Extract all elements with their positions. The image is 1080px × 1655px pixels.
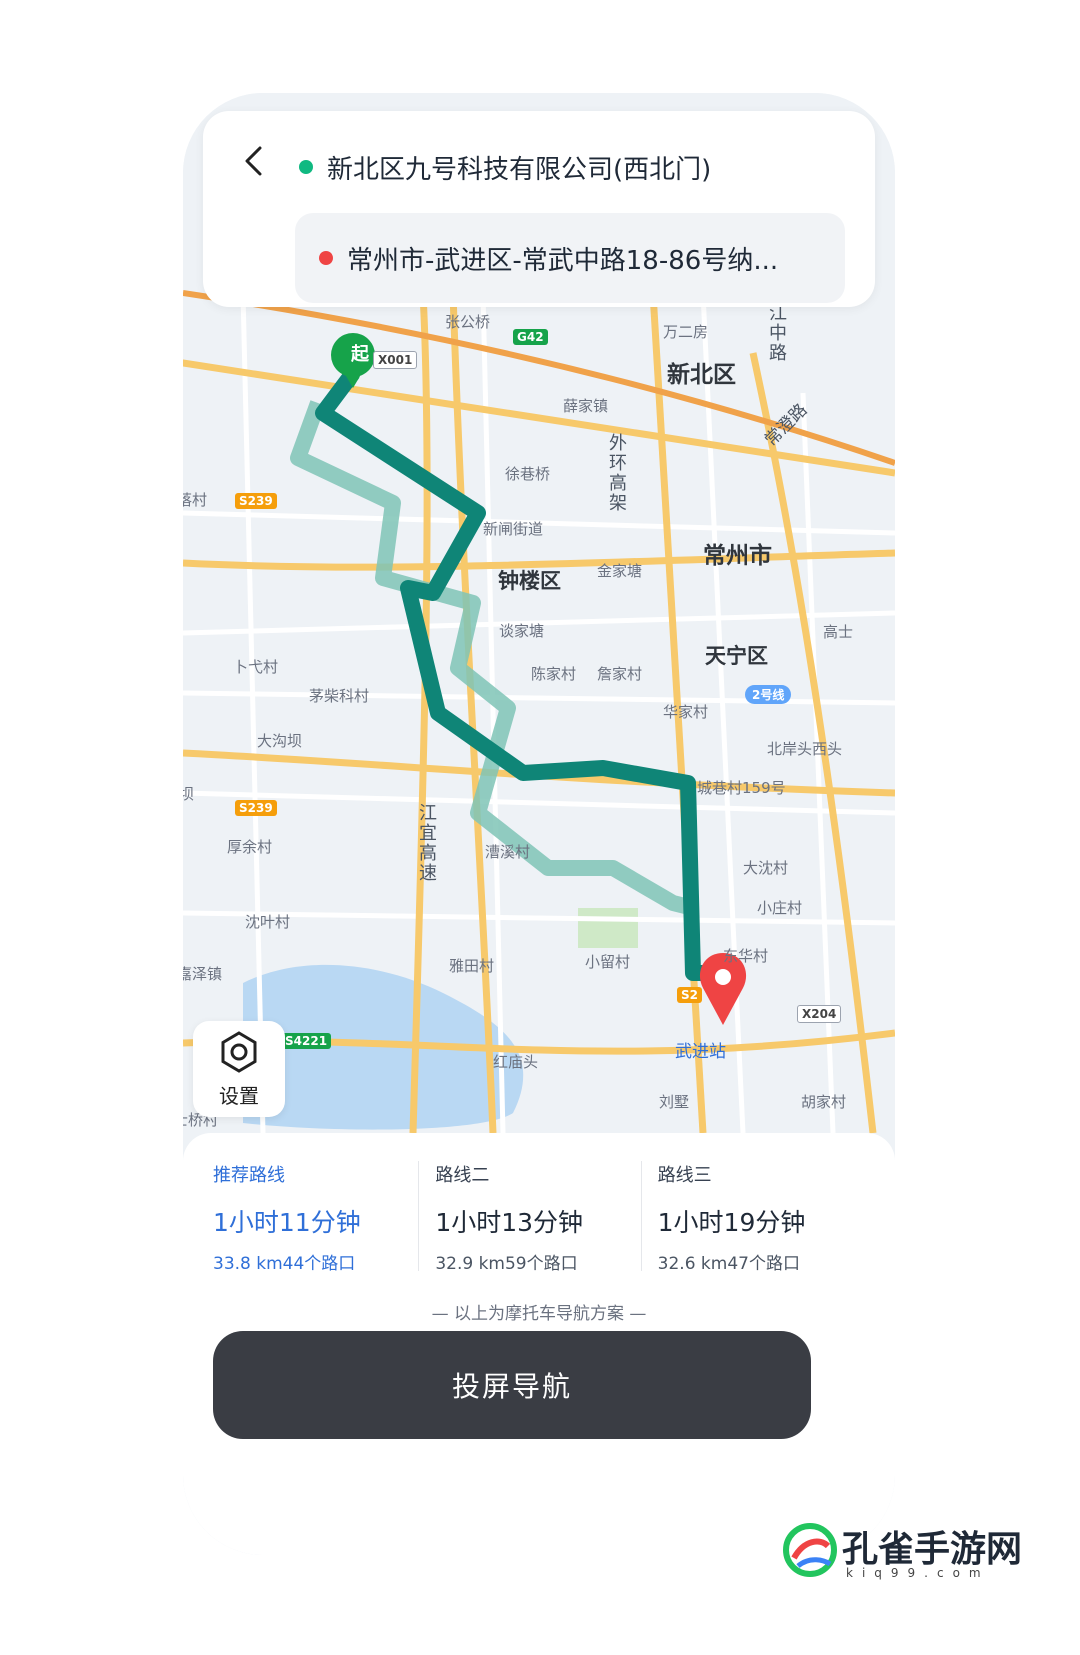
map-label: 胡家村 xyxy=(801,1093,847,1111)
destination-text: 常州市-武进区-常武中路18-86号纳... xyxy=(347,245,779,276)
map-label: 华家村 xyxy=(663,703,709,721)
destination-field[interactable]: 常州市-武进区-常武中路18-86号纳... xyxy=(295,213,845,303)
map-label: 红庙头 xyxy=(493,1053,539,1071)
map-label: 茅柴科村 xyxy=(309,687,370,705)
map-label: 卜弋村 xyxy=(233,658,279,676)
metro-line-badge: 2号线 xyxy=(745,685,792,704)
route-duration: 1小时13分钟 xyxy=(435,1208,584,1237)
route-distance: 32.9 km59个路口 xyxy=(435,1254,578,1274)
route-tag: 推荐路线 xyxy=(213,1165,285,1186)
road-label: 江中路 xyxy=(766,303,787,363)
map-label: 钟楼区 xyxy=(498,569,561,593)
map-label: 东华村 xyxy=(723,947,769,965)
map-label: 薛家镇 xyxy=(563,397,609,415)
phone-frame: 起 张公桥 万二房 新北区 薛家镇 徐巷桥 落村 新闸街道 钟楼区 金家塘 常州… xyxy=(183,93,895,1555)
station-label: 武进站 xyxy=(675,1042,726,1062)
navigation-mode-note: — 以上为摩托车导航方案 — xyxy=(431,1304,647,1324)
route-endpoints-card: 新北区九号科技有限公司(西北门) 常州市-武进区-常武中路18-86号纳... xyxy=(203,111,875,307)
road-label: 外环高架 xyxy=(606,433,627,513)
cast-navigation-button[interactable]: 投屏导航 xyxy=(213,1331,811,1439)
map-label: 陈家村 xyxy=(531,665,577,683)
map-label: 徐巷桥 xyxy=(505,465,551,483)
road-shield: S4221 xyxy=(281,1033,332,1049)
settings-button[interactable]: 设置 xyxy=(193,1021,285,1117)
map-label: 小留村 xyxy=(585,953,631,971)
route-distance: 32.6 km47个路口 xyxy=(657,1254,800,1274)
map-label: 北岸头西头 xyxy=(767,740,843,758)
road-shield: S2 xyxy=(677,987,702,1003)
map-label: 沈叶村 xyxy=(245,913,291,931)
back-button[interactable] xyxy=(233,141,273,181)
route-option-1[interactable]: 推荐路线 1小时11分钟 33.8 km44个路口 xyxy=(213,1161,418,1274)
map-label: 新闸街道 xyxy=(483,520,544,538)
route-option-3[interactable]: 路线三 1小时19分钟 32.6 km47个路口 xyxy=(640,1161,863,1274)
route-options-panel: 推荐路线 1小时11分钟 33.8 km44个路口 路线二 1小时13分钟 32… xyxy=(183,1133,895,1555)
origin-field[interactable]: 新北区九号科技有限公司(西北门) xyxy=(299,149,711,185)
map-label: 万二房 xyxy=(663,323,709,341)
map-label: 新北区 xyxy=(667,362,736,388)
map-label: 嘉泽镇 xyxy=(183,965,223,983)
destination-dot-icon xyxy=(319,251,333,265)
road-shield: S239 xyxy=(235,493,277,509)
road-shield: X204 xyxy=(797,1005,842,1023)
route-option-2[interactable]: 路线二 1小时13分钟 32.9 km59个路口 xyxy=(418,1161,640,1274)
map-label: 詹家村 xyxy=(597,665,643,683)
hexagon-nut-icon xyxy=(221,1030,257,1073)
map-label: 城巷村159号 xyxy=(697,779,786,797)
map-label: 厚余村 xyxy=(227,838,273,856)
map-label: 金家塘 xyxy=(597,562,643,580)
map-label: 常州市 xyxy=(703,543,772,569)
map-label: 坝 xyxy=(183,785,195,803)
settings-label: 设置 xyxy=(219,1083,259,1108)
route-tag: 路线三 xyxy=(657,1165,712,1186)
road-label: 江宜高速 xyxy=(416,803,437,883)
watermark-title: 孔雀手游网 xyxy=(842,1529,1023,1570)
map-label: 张公桥 xyxy=(445,313,491,331)
map-label: 落村 xyxy=(183,491,208,509)
route-options: 推荐路线 1小时11分钟 33.8 km44个路口 路线二 1小时13分钟 32… xyxy=(213,1161,863,1274)
map-label: 高士 xyxy=(823,623,854,641)
route-duration: 1小时11分钟 xyxy=(213,1208,361,1237)
map-label: 漕溪村 xyxy=(485,843,531,861)
map-label: 刘墅 xyxy=(659,1093,690,1111)
watermark-sub: kiq99.com xyxy=(846,1566,990,1580)
map-label: 大沟坝 xyxy=(257,732,303,750)
park xyxy=(578,908,638,948)
start-marker-label: 起 xyxy=(351,344,369,365)
map-label: 天宁区 xyxy=(705,644,768,668)
origin-dot-icon xyxy=(299,160,313,174)
map-label: 雅田村 xyxy=(449,957,495,975)
map-label: 小庄村 xyxy=(757,899,803,917)
map-label: 谈家塘 xyxy=(499,622,545,640)
map-label: 大沈村 xyxy=(743,859,789,877)
road-shield: X001 xyxy=(373,351,418,369)
route-distance: 33.8 km44个路口 xyxy=(213,1254,356,1274)
road-shield: G42 xyxy=(513,329,548,345)
route-tag: 路线二 xyxy=(435,1165,490,1186)
chevron-left-icon xyxy=(245,146,262,176)
road-shield: S239 xyxy=(235,800,277,816)
peacock-logo-icon xyxy=(783,1523,837,1577)
origin-text: 新北区九号科技有限公司(西北门) xyxy=(327,154,712,185)
route-duration: 1小时19分钟 xyxy=(657,1208,806,1237)
watermark: 孔雀手游网 kiq99.com xyxy=(780,1516,1080,1586)
